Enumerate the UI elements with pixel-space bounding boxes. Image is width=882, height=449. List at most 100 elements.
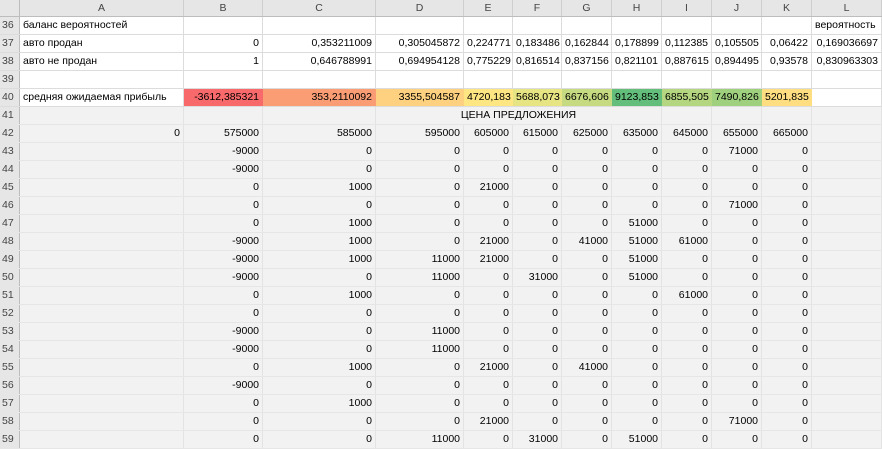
column-header-c[interactable]: C: [263, 0, 376, 16]
cell-k52[interactable]: 0: [762, 305, 812, 322]
cell-l39[interactable]: [812, 71, 882, 88]
cell-b49[interactable]: -9000: [184, 251, 263, 268]
cell-i44[interactable]: 0: [662, 161, 712, 178]
cell-b39[interactable]: [184, 71, 263, 88]
cell-l55[interactable]: [812, 359, 882, 376]
cell-f42[interactable]: 615000: [513, 125, 562, 142]
cell-l58[interactable]: [812, 413, 882, 430]
cell-e53[interactable]: 0: [464, 323, 513, 340]
cell-b38[interactable]: 1: [184, 53, 263, 70]
cell-c44[interactable]: 0: [263, 161, 376, 178]
cell-i52[interactable]: 0: [662, 305, 712, 322]
cell-d52[interactable]: 0: [376, 305, 464, 322]
cell-a48[interactable]: [20, 233, 184, 250]
cell-g44[interactable]: 0: [562, 161, 612, 178]
column-header-h[interactable]: H: [612, 0, 662, 16]
cell-k37[interactable]: 0,06422: [762, 35, 812, 52]
cell-d54[interactable]: 11000: [376, 341, 464, 358]
cell-k57[interactable]: 0: [762, 395, 812, 412]
cell-h57[interactable]: 0: [612, 395, 662, 412]
row-header-38[interactable]: 38: [0, 53, 20, 70]
cell-g43[interactable]: 0: [562, 143, 612, 160]
cell-c47[interactable]: 1000: [263, 215, 376, 232]
row-header-45[interactable]: 45: [0, 179, 20, 196]
cell-a55[interactable]: [20, 359, 184, 376]
cell-h48[interactable]: 51000: [612, 233, 662, 250]
cell-d57[interactable]: 0: [376, 395, 464, 412]
cell-l36[interactable]: вероятность: [812, 17, 882, 34]
cell-c56[interactable]: 0: [263, 377, 376, 394]
cell-l41[interactable]: [812, 107, 882, 124]
cell-a59[interactable]: [20, 431, 184, 448]
row-header-58[interactable]: 58: [0, 413, 20, 430]
cell-k40[interactable]: 5201,835: [762, 89, 812, 106]
cell-f39[interactable]: [513, 71, 562, 88]
cell-d59[interactable]: 11000: [376, 431, 464, 448]
cell-i43[interactable]: 0: [662, 143, 712, 160]
cell-h53[interactable]: 0: [612, 323, 662, 340]
cell-i57[interactable]: 0: [662, 395, 712, 412]
row-header-48[interactable]: 48: [0, 233, 20, 250]
cell-b55[interactable]: 0: [184, 359, 263, 376]
cell-k48[interactable]: 0: [762, 233, 812, 250]
cell-j49[interactable]: 0: [712, 251, 762, 268]
column-header-b[interactable]: B: [184, 0, 263, 16]
cell-g50[interactable]: 0: [562, 269, 612, 286]
cell-h54[interactable]: 0: [612, 341, 662, 358]
cell-l52[interactable]: [812, 305, 882, 322]
cell-e55[interactable]: 21000: [464, 359, 513, 376]
cell-h39[interactable]: [612, 71, 662, 88]
cell-c49[interactable]: 1000: [263, 251, 376, 268]
cell-j47[interactable]: 0: [712, 215, 762, 232]
cell-f51[interactable]: 0: [513, 287, 562, 304]
cell-e51[interactable]: 0: [464, 287, 513, 304]
cell-l49[interactable]: [812, 251, 882, 268]
cell-d36[interactable]: [376, 17, 464, 34]
cell-k42[interactable]: 665000: [762, 125, 812, 142]
cell-l46[interactable]: [812, 197, 882, 214]
cell-d50[interactable]: 11000: [376, 269, 464, 286]
cell-k44[interactable]: 0: [762, 161, 812, 178]
cell-h52[interactable]: 0: [612, 305, 662, 322]
cell-e45[interactable]: 21000: [464, 179, 513, 196]
cell-b44[interactable]: -9000: [184, 161, 263, 178]
row-header-42[interactable]: 42: [0, 125, 20, 142]
cell-h50[interactable]: 51000: [612, 269, 662, 286]
cell-f48[interactable]: 0: [513, 233, 562, 250]
cell-c57[interactable]: 1000: [263, 395, 376, 412]
cell-i48[interactable]: 61000: [662, 233, 712, 250]
cell-b36[interactable]: [184, 17, 263, 34]
cell-k46[interactable]: 0: [762, 197, 812, 214]
cell-l51[interactable]: [812, 287, 882, 304]
row-header-39[interactable]: 39: [0, 71, 20, 88]
cell-h51[interactable]: 0: [612, 287, 662, 304]
cell-k36[interactable]: [762, 17, 812, 34]
cell-h40[interactable]: 9123,853: [612, 89, 662, 106]
cell-l45[interactable]: [812, 179, 882, 196]
cell-b57[interactable]: 0: [184, 395, 263, 412]
cell-k39[interactable]: [762, 71, 812, 88]
cell-g36[interactable]: [562, 17, 612, 34]
cell-e39[interactable]: [464, 71, 513, 88]
cell-j36[interactable]: [712, 17, 762, 34]
cell-l48[interactable]: [812, 233, 882, 250]
cell-h58[interactable]: 0: [612, 413, 662, 430]
cell-a41[interactable]: [20, 107, 184, 124]
row-header-56[interactable]: 56: [0, 377, 20, 394]
cell-c54[interactable]: 0: [263, 341, 376, 358]
cell-j38[interactable]: 0,894495: [712, 53, 762, 70]
cell-c43[interactable]: 0: [263, 143, 376, 160]
cell-e54[interactable]: 0: [464, 341, 513, 358]
cell-i50[interactable]: 0: [662, 269, 712, 286]
cell-g52[interactable]: 0: [562, 305, 612, 322]
cell-k59[interactable]: 0: [762, 431, 812, 448]
cell-h56[interactable]: 0: [612, 377, 662, 394]
cell-k45[interactable]: 0: [762, 179, 812, 196]
cell-g42[interactable]: 625000: [562, 125, 612, 142]
cell-g59[interactable]: 0: [562, 431, 612, 448]
cell-k38[interactable]: 0,93578: [762, 53, 812, 70]
cell-j51[interactable]: 0: [712, 287, 762, 304]
cell-a39[interactable]: [20, 71, 184, 88]
cell-i58[interactable]: 0: [662, 413, 712, 430]
cell-d41[interactable]: ЦЕНА ПРЕДЛОЖЕНИЯ: [376, 107, 662, 124]
